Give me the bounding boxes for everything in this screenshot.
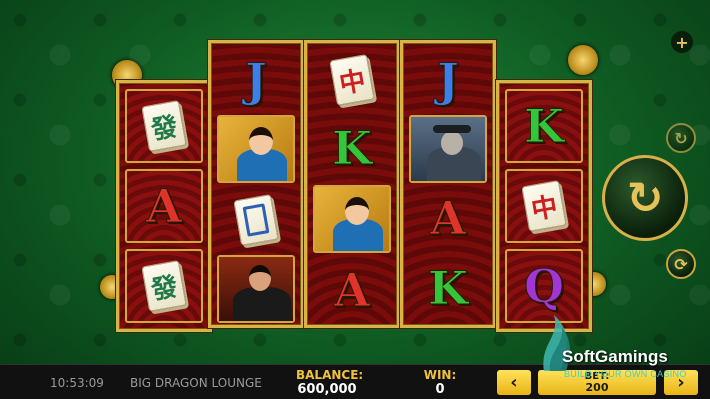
game-title: BIG DRAGON LOUNGE bbox=[130, 365, 262, 399]
balance-label: BALANCE: bbox=[296, 368, 364, 382]
clock: 10:53:09 bbox=[50, 365, 104, 399]
softgamings-tagline: BUILD YOUR OWN CASINO bbox=[564, 369, 687, 379]
detective-portrait-symbol bbox=[411, 117, 485, 181]
letter-k-symbol: K bbox=[524, 99, 565, 153]
mahjong-white-dragon-tile bbox=[233, 194, 279, 246]
autoplay-icon: ⟳ bbox=[674, 254, 688, 274]
spin-arrow-icon: ↻ bbox=[626, 172, 664, 224]
reel-5-symbol-1: K bbox=[505, 89, 583, 163]
man-portrait-symbol bbox=[219, 257, 293, 321]
letter-j-symbol: J bbox=[437, 53, 460, 107]
plus-icon: + bbox=[675, 32, 689, 52]
bet-decrease-button[interactable]: ‹ bbox=[497, 370, 531, 395]
letter-j-symbol: J bbox=[245, 53, 268, 107]
reel-3-symbol-2: K bbox=[313, 115, 391, 181]
reel-3-symbol-4: A bbox=[313, 257, 391, 323]
reel-2-symbol-2 bbox=[217, 115, 295, 183]
turbo-icon: ↻ bbox=[674, 128, 688, 148]
plus-button[interactable]: + bbox=[671, 31, 693, 53]
reels-frame: 發 A 發 J 中 K A J A K K 中 Q bbox=[104, 38, 606, 332]
reel-4-symbol-2 bbox=[409, 115, 487, 183]
reel-4-symbol-1: J bbox=[409, 47, 487, 113]
reel-2: J bbox=[208, 40, 304, 328]
win-value: 0 bbox=[435, 382, 445, 397]
reel-3-symbol-3 bbox=[313, 185, 391, 253]
reel-1-symbol-2: A bbox=[125, 169, 203, 243]
letter-q-symbol: Q bbox=[523, 259, 565, 313]
reel-1: 發 A 發 bbox=[116, 80, 212, 332]
letter-a-symbol: A bbox=[430, 191, 467, 245]
game-name-text: BIG DRAGON LOUNGE bbox=[130, 375, 262, 390]
reel-1-symbol-1: 發 bbox=[125, 89, 203, 163]
reel-3-symbol-1: 中 bbox=[313, 47, 391, 113]
reel-2-symbol-4 bbox=[217, 255, 295, 323]
letter-a-symbol: A bbox=[146, 179, 183, 233]
mahjong-green-dragon-tile: 發 bbox=[141, 100, 187, 152]
reel-3: 中 K A bbox=[304, 40, 400, 328]
woman-portrait-symbol bbox=[219, 117, 293, 181]
time-text: 10:53:09 bbox=[50, 375, 104, 390]
softgamings-watermark: SoftGamings BUILD YOUR OWN CASINO bbox=[540, 313, 700, 385]
win-label: WIN: bbox=[423, 368, 457, 382]
balance-value: 600,000 bbox=[297, 382, 357, 397]
spin-button[interactable]: ↻ bbox=[602, 155, 688, 241]
reel-5: K 中 Q bbox=[496, 80, 592, 332]
chevron-left-icon: ‹ bbox=[510, 372, 518, 393]
woman-portrait-symbol bbox=[315, 187, 389, 251]
reel-4: J A K bbox=[400, 40, 496, 328]
letter-k-symbol: K bbox=[428, 261, 469, 315]
win-display: WIN: 0 bbox=[420, 365, 460, 399]
reel-5-symbol-2: 中 bbox=[505, 169, 583, 243]
turbo-button[interactable]: ↻ bbox=[666, 123, 696, 153]
reel-2-symbol-3 bbox=[217, 187, 295, 253]
letter-a-symbol: A bbox=[334, 263, 371, 317]
reel-1-symbol-3: 發 bbox=[125, 249, 203, 323]
reel-5-symbol-3: Q bbox=[505, 249, 583, 323]
balance-display: BALANCE: 600,000 bbox=[296, 365, 364, 399]
mahjong-red-dragon-tile: 中 bbox=[521, 180, 567, 232]
autoplay-button[interactable]: ⟳ bbox=[666, 249, 696, 279]
mahjong-red-dragon-tile: 中 bbox=[329, 54, 375, 106]
softgamings-brand: SoftGamings bbox=[562, 347, 668, 366]
reel-4-symbol-3: A bbox=[409, 185, 487, 251]
reel-2-symbol-1: J bbox=[217, 47, 295, 113]
letter-k-symbol: K bbox=[332, 121, 373, 175]
reel-4-symbol-4: K bbox=[409, 255, 487, 321]
mahjong-green-dragon-tile: 發 bbox=[141, 260, 187, 312]
